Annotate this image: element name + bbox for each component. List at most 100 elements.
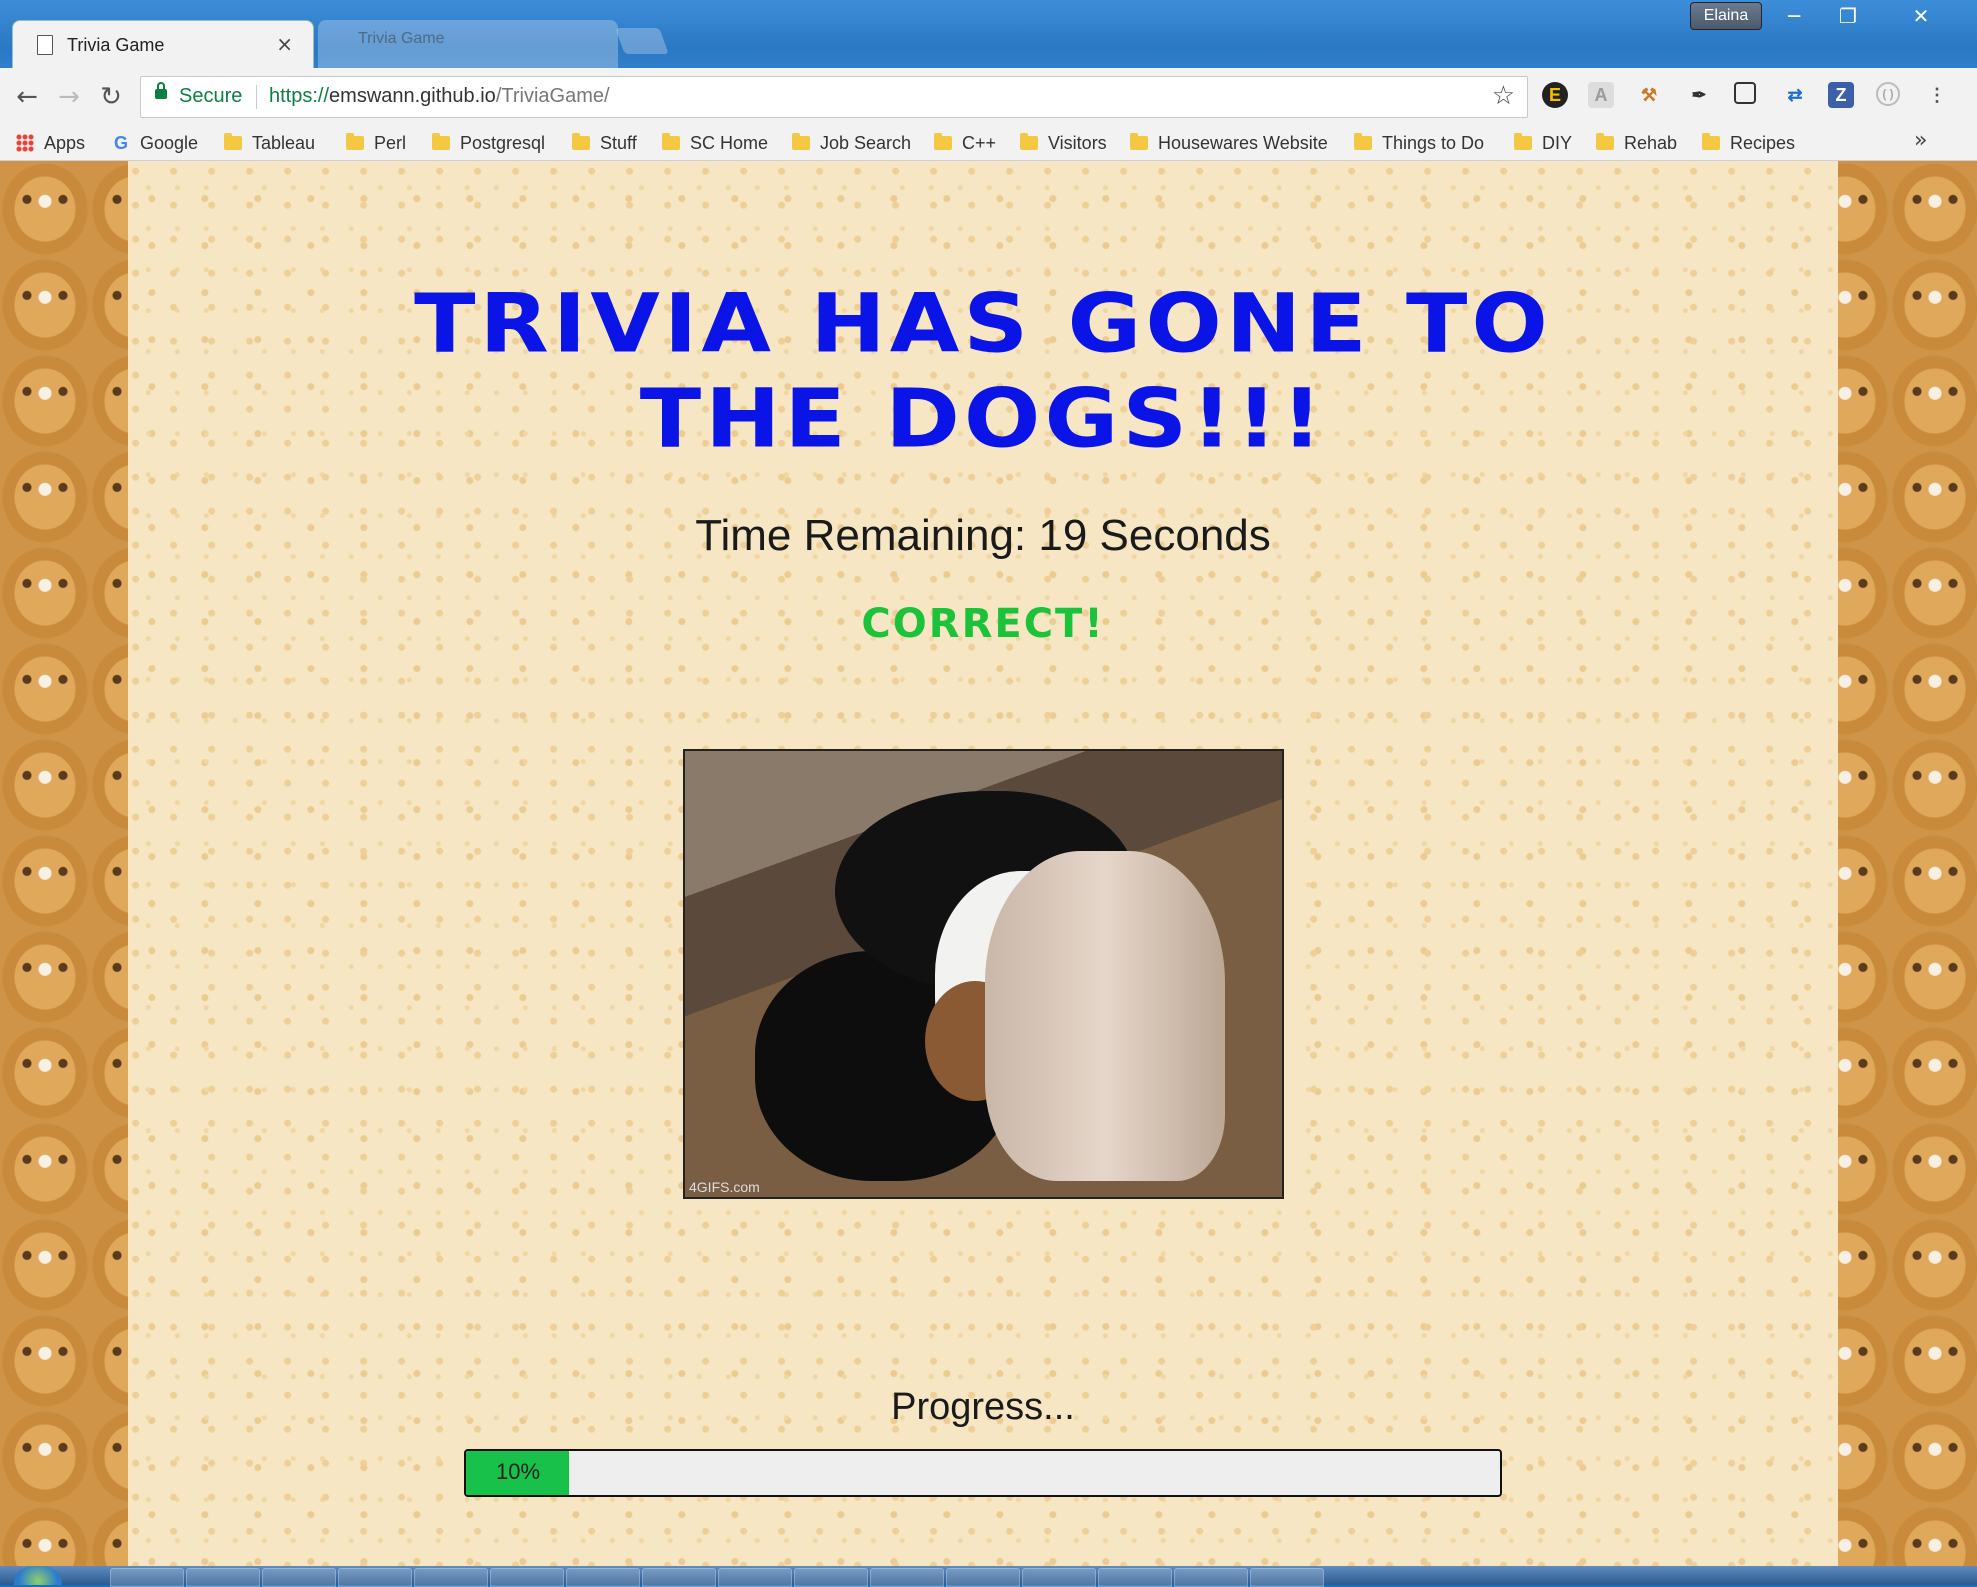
folder-icon	[662, 133, 680, 150]
taskbar-app[interactable]	[1022, 1568, 1096, 1587]
gif-watermark: 4GIFS.com	[689, 1179, 760, 1195]
taskbar-app[interactable]	[946, 1568, 1020, 1587]
bookmark-label: Stuff	[600, 133, 637, 153]
taskbar-app[interactable]	[642, 1568, 716, 1587]
reload-icon: ↻	[100, 82, 122, 112]
hand-shape	[985, 851, 1225, 1181]
bookmark-label: Rehab	[1624, 133, 1678, 153]
new-tab-button[interactable]	[615, 28, 669, 54]
bookmark-label: Job Search	[820, 133, 912, 153]
bookmarks-bar: Apps G Google Tableau Perl Postgresql Stu…	[0, 126, 1977, 161]
bookmark-label: SC Home	[690, 133, 769, 153]
bookmark-stuff[interactable]: Stuff	[572, 130, 637, 156]
taskbar-app[interactable]	[110, 1568, 184, 1587]
bookmark-visitors[interactable]: Visitors	[1020, 130, 1107, 156]
folder-icon	[224, 133, 242, 150]
bookmark-label: Recipes	[1730, 133, 1796, 153]
address-bar[interactable]: Secure https://emswann.github.io/TriviaG…	[140, 76, 1528, 118]
folder-icon	[792, 133, 810, 150]
answer-gif-image: 4GIFS.com	[683, 749, 1284, 1199]
answer-result: Correct!	[861, 601, 1105, 647]
back-button[interactable]: ←	[10, 80, 44, 114]
reload-button[interactable]: ↻	[94, 80, 128, 114]
taskbar-app[interactable]	[870, 1568, 944, 1587]
bookmark-job-search[interactable]: Job Search	[792, 130, 911, 156]
taskbar-app[interactable]	[1098, 1568, 1172, 1587]
page-icon	[37, 35, 53, 55]
bookmark-tableau[interactable]: Tableau	[224, 130, 315, 156]
folder-icon	[1596, 133, 1614, 150]
bookmark-label: Housewares Website	[1158, 133, 1328, 153]
bookmark-label: Perl	[374, 133, 407, 153]
profile-badge[interactable]: Elaina	[1690, 2, 1762, 30]
extension-eyedropper-icon[interactable]: ✒	[1686, 82, 1712, 108]
bookmark-postgresql[interactable]: Postgresql	[432, 130, 545, 156]
taskbar-app[interactable]	[1174, 1568, 1248, 1587]
bookmark-things-to-do[interactable]: Things to Do	[1354, 130, 1484, 156]
divider	[256, 85, 257, 109]
page-background: Trivia Has Gone To The Dogs!!! Time Rema…	[0, 161, 1977, 1566]
url-text[interactable]: https://emswann.github.io/TriviaGame/	[269, 85, 610, 108]
tab-trivia-game[interactable]: Trivia Game ×	[12, 20, 314, 69]
bookmark-label: Tableau	[252, 133, 316, 153]
page-title: Trivia Has Gone To The Dogs!!!	[414, 276, 1552, 467]
start-button[interactable]	[14, 1566, 62, 1585]
content-panel: Trivia Has Gone To The Dogs!!! Time Rema…	[128, 161, 1838, 1566]
bookmark-label: Postgresql	[460, 133, 546, 153]
bookmark-label: C++	[962, 133, 997, 153]
bookmark-diy[interactable]: DIY	[1514, 130, 1572, 156]
extension-e-icon[interactable]: E	[1542, 82, 1568, 108]
folder-icon	[1130, 133, 1148, 150]
google-icon: G	[114, 133, 129, 153]
extension-arrows-icon[interactable]: ⇄	[1782, 82, 1808, 108]
folder-icon	[346, 133, 364, 150]
minimize-icon: ─	[1787, 4, 1801, 28]
maximize-button[interactable]: ❐	[1822, 0, 1874, 32]
bookmark-sc-home[interactable]: SC Home	[662, 130, 768, 156]
bookmark-cpp[interactable]: C++	[934, 130, 996, 156]
tab-close-icon[interactable]: ×	[276, 32, 293, 56]
extension-circle-icon[interactable]: ( )	[1876, 82, 1900, 106]
bookmarks-overflow-icon[interactable]: »	[1914, 128, 1927, 153]
taskbar-app[interactable]	[414, 1568, 488, 1587]
taskbar-app[interactable]	[566, 1568, 640, 1587]
extension-screenshot-icon[interactable]	[1734, 82, 1756, 104]
extension-pdf-icon[interactable]: A	[1588, 82, 1614, 108]
lock-icon	[155, 82, 167, 99]
taskbar-app[interactable]	[186, 1568, 260, 1587]
window-titlebar: Trivia Game × Trivia Game Elaina ─ ❐ ✕	[0, 0, 1977, 69]
taskbar-app[interactable]	[1250, 1568, 1324, 1587]
bookmark-rehab[interactable]: Rehab	[1596, 130, 1677, 156]
bookmark-google[interactable]: G Google	[114, 130, 198, 156]
taskbar-app[interactable]	[338, 1568, 412, 1587]
tab-background[interactable]: Trivia Game	[318, 20, 618, 68]
bookmark-label: DIY	[1542, 133, 1573, 153]
extension-hammer-icon[interactable]: ⚒	[1636, 82, 1662, 108]
bookmark-housewares-website[interactable]: Housewares Website	[1130, 130, 1330, 156]
progress-percent: 10%	[496, 1459, 541, 1484]
forward-arrow-icon: →	[58, 82, 80, 112]
extension-z-icon[interactable]: Z	[1828, 82, 1854, 108]
taskbar-app[interactable]	[794, 1568, 868, 1587]
os-taskbar	[0, 1566, 1977, 1587]
taskbar-app[interactable]	[718, 1568, 792, 1587]
folder-icon	[934, 133, 952, 150]
bookmark-label: Google	[140, 133, 199, 153]
bookmark-perl[interactable]: Perl	[346, 130, 406, 156]
menu-kebab-icon[interactable]: ⋮	[1924, 82, 1950, 108]
progress-label: Progress...	[891, 1386, 1075, 1428]
bookmark-star-icon[interactable]: ☆	[1492, 81, 1515, 111]
tab-title: Trivia Game	[67, 35, 165, 55]
bookmark-recipes[interactable]: Recipes	[1702, 130, 1795, 156]
bookmark-apps[interactable]: Apps	[16, 130, 85, 156]
maximize-icon: ❐	[1839, 4, 1857, 28]
minimize-button[interactable]: ─	[1768, 0, 1820, 32]
taskbar-app[interactable]	[490, 1568, 564, 1587]
folder-icon	[432, 133, 450, 150]
close-window-button[interactable]: ✕	[1876, 0, 1966, 32]
secure-label: Secure	[179, 85, 243, 107]
back-arrow-icon: ←	[16, 82, 38, 112]
url-host: emswann.github.io	[329, 85, 496, 107]
taskbar-app[interactable]	[262, 1568, 336, 1587]
forward-button[interactable]: →	[52, 80, 86, 114]
